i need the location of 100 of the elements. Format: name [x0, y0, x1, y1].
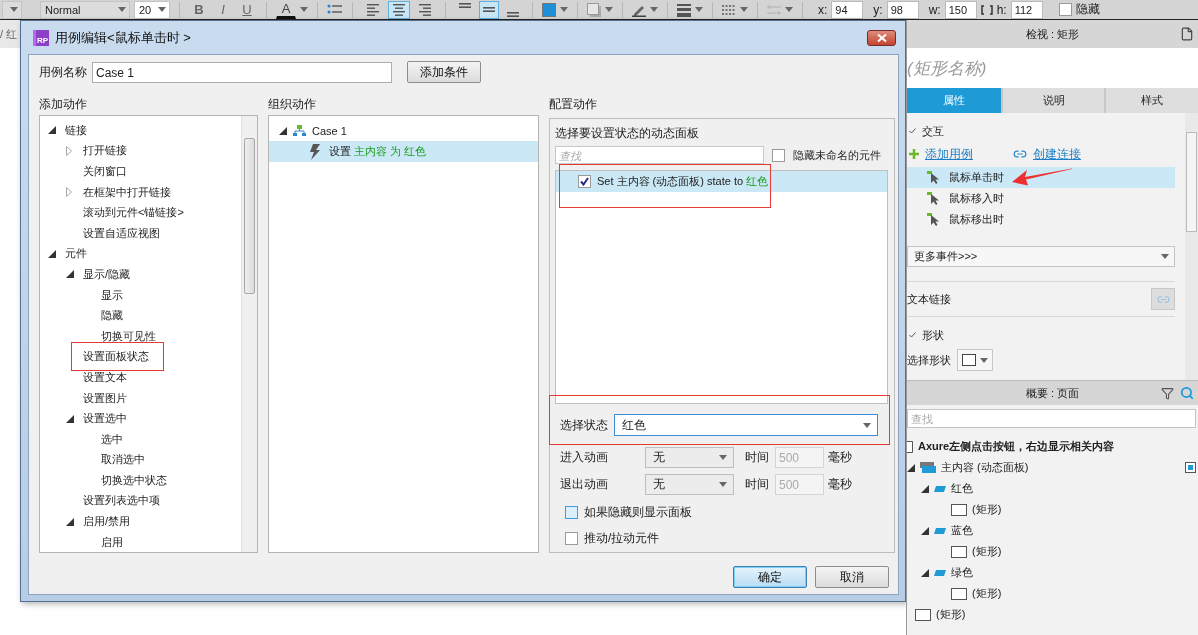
tree-item[interactable]: 设置自适应视图 — [83, 225, 160, 241]
animation-dropdown[interactable]: 无 — [645, 474, 734, 495]
line-weight-icon[interactable] — [677, 2, 691, 17]
case-item[interactable]: Case 1 — [312, 124, 347, 137]
ok-button[interactable]: 确定 — [733, 566, 807, 589]
tree-item[interactable]: 切换可见性 — [101, 328, 156, 344]
outline-item[interactable]: 红色 — [951, 481, 973, 496]
valign-button[interactable] — [479, 0, 499, 19]
tree-item[interactable]: 显示 — [101, 287, 123, 303]
tree-item[interactable]: 选中 — [101, 431, 123, 447]
caret-icon — [785, 7, 793, 12]
tree-item[interactable]: 隐藏 — [101, 308, 123, 324]
tree-item[interactable]: 启用/禁用 — [83, 514, 131, 530]
bullet-list-icon[interactable] — [327, 3, 343, 16]
outline-item[interactable]: 绿色 — [951, 565, 973, 580]
tree-item[interactable]: 元件 — [65, 246, 87, 262]
font-family-dropdown[interactable] — [2, 0, 22, 19]
state-dropdown[interactable]: 红色 — [614, 414, 878, 436]
page-icon[interactable] — [1180, 27, 1194, 41]
case-name-field[interactable]: Case 1 — [92, 61, 392, 83]
tree-item[interactable]: 关闭窗口 — [83, 164, 127, 179]
align-left-icon — [366, 2, 380, 17]
line-style-icon[interactable] — [722, 2, 736, 17]
coordinate-field[interactable]: 150 — [944, 0, 977, 19]
field-label: y: — [873, 2, 883, 17]
create-link-link[interactable]: 创建连接 — [1033, 145, 1081, 163]
valign-middle-icon — [483, 7, 495, 12]
tree-item[interactable]: 设置图片 — [83, 390, 127, 406]
tab[interactable]: 说明 — [1003, 88, 1104, 113]
outline-item[interactable]: (矩形) — [972, 586, 1002, 601]
expander-icon[interactable] — [921, 484, 929, 493]
expander-icon[interactable] — [48, 126, 56, 135]
caret-icon — [695, 7, 703, 12]
expander-icon[interactable] — [66, 517, 74, 526]
scrollbar[interactable] — [241, 116, 257, 553]
expander-icon[interactable] — [921, 526, 929, 535]
tree-item[interactable]: 设置列表选中项 — [83, 493, 160, 509]
coordinate-field[interactable]: 94 — [831, 0, 864, 19]
outline-item[interactable]: (矩形) — [972, 544, 1002, 559]
tree-item[interactable]: 设置面板状态 — [83, 349, 149, 365]
checkbox[interactable] — [565, 505, 578, 519]
expander-icon[interactable] — [66, 414, 74, 423]
bold-button[interactable]: B — [189, 0, 209, 19]
panel-title: 检视 : 矩形 — [1025, 26, 1080, 42]
list-item[interactable]: Set 主内容 (动态面板) state to 红色 — [556, 171, 887, 192]
checkbox-label: 如果隐藏则显示面板 — [584, 503, 692, 521]
add-case-link[interactable]: 添加用例 — [925, 145, 973, 163]
checkbox[interactable] — [772, 148, 785, 162]
tree-item[interactable]: 链接 — [65, 122, 87, 138]
scrollbar[interactable] — [1185, 113, 1198, 380]
checkbox[interactable] — [1058, 3, 1072, 16]
add-condition-button[interactable]: 添加条件 — [407, 61, 481, 83]
outline-item[interactable]: (矩形) — [972, 502, 1002, 517]
cancel-button[interactable]: 取消 — [815, 566, 889, 589]
event-label: 鼠标单击时 — [949, 170, 1004, 185]
outline-item[interactable]: (矩形) — [936, 607, 966, 622]
tree-item[interactable]: 取消选中 — [101, 452, 145, 468]
tree-item[interactable]: 设置文本 — [83, 369, 127, 385]
event-item[interactable]: 鼠标单击时 — [907, 167, 1175, 188]
underline-button[interactable]: U — [237, 0, 257, 19]
action-item[interactable]: 设置 主内容 为 红色 — [269, 141, 538, 162]
field-label: 进入动画 — [560, 449, 609, 466]
fill-color-icon[interactable] — [542, 2, 556, 17]
more-events-dropdown[interactable]: 更多事件>>> — [907, 246, 1175, 267]
tree-item[interactable]: 启用 — [101, 534, 123, 550]
expander-icon[interactable] — [48, 249, 56, 258]
tree-item[interactable]: 滚动到元件<锚链接> — [83, 205, 184, 221]
close-button[interactable] — [867, 29, 896, 46]
outline-item[interactable]: Axure左侧点击按钮，右边显示相关内容 — [918, 439, 1115, 454]
checkbox[interactable] — [578, 175, 591, 188]
event-item[interactable]: 鼠标移出时 — [907, 209, 1175, 230]
event-item[interactable]: 鼠标移入时 — [907, 188, 1175, 209]
canvas-tab[interactable]: / 红 — [0, 20, 20, 48]
italic-button[interactable]: I — [213, 0, 233, 19]
filter-icon[interactable] — [1161, 386, 1174, 400]
column-heading: 配置动作 — [549, 96, 598, 110]
outline-item[interactable]: 主内容 (动态面板) — [941, 460, 1029, 475]
align-button[interactable] — [388, 0, 410, 19]
event-label: 鼠标移出时 — [949, 212, 1004, 227]
shape-dropdown[interactable] — [957, 349, 993, 371]
outline-item[interactable]: 蓝色 — [951, 523, 973, 538]
tree-item[interactable]: 打开链接 — [83, 143, 127, 159]
lock-ratio-icon[interactable] — [980, 4, 993, 15]
expander-icon[interactable] — [279, 126, 287, 135]
link-icon — [1013, 147, 1027, 161]
rectangle-icon — [951, 503, 967, 516]
checkbox[interactable] — [565, 531, 578, 545]
expander-icon[interactable] — [921, 568, 929, 577]
animation-dropdown[interactable]: 无 — [645, 447, 734, 468]
font-size-dropdown[interactable]: 20 — [134, 0, 170, 19]
field-label: 时间 — [745, 449, 769, 466]
tree-item[interactable]: 设置选中 — [83, 411, 127, 427]
tree-item[interactable]: 显示/隐藏 — [83, 266, 131, 282]
coordinate-field[interactable]: 112 — [1010, 0, 1043, 19]
tab[interactable]: 样式 — [1106, 88, 1198, 113]
tree-item[interactable]: 切换选中状态 — [101, 472, 167, 488]
coordinate-field[interactable]: 98 — [886, 0, 919, 19]
tree-item[interactable]: 在框架中打开链接 — [83, 184, 171, 200]
expander-icon[interactable] — [66, 270, 74, 279]
font-style-dropdown[interactable]: Normal — [40, 0, 130, 19]
